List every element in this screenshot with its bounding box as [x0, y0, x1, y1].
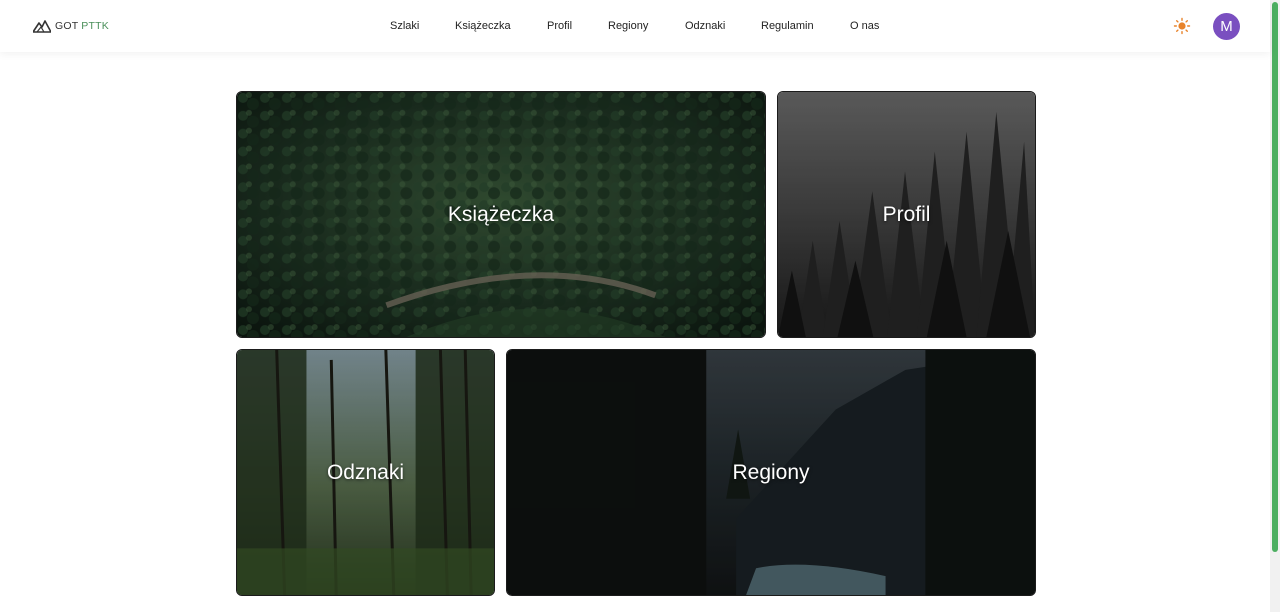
sun-icon[interactable]	[1173, 17, 1191, 35]
tile-regiony[interactable]: Regiony	[506, 349, 1036, 596]
tile-ksiazeczka[interactable]: Książeczka	[236, 91, 766, 338]
tile-label-profil: Profil	[882, 202, 931, 226]
user-avatar[interactable]: M	[1213, 13, 1240, 40]
nav-link-regiony[interactable]: Regiony	[608, 18, 648, 34]
main-nav: Szlaki Książeczka Profil Regiony Odznaki…	[0, 18, 1270, 34]
nav-link-szlaki[interactable]: Szlaki	[390, 18, 419, 34]
tile-label-ksiazeczka: Książeczka	[447, 202, 555, 226]
tile-profil[interactable]: Profil	[777, 91, 1036, 338]
nav-link-ksiazeczka[interactable]: Książeczka	[455, 18, 511, 34]
nav-link-o-nas[interactable]: O nas	[850, 18, 879, 34]
tile-label-regiony: Regiony	[732, 460, 810, 484]
tile-odznaki[interactable]: Odznaki	[236, 349, 495, 596]
tile-label-odznaki: Odznaki	[326, 460, 405, 484]
scrollbar-thumb[interactable]	[1272, 2, 1278, 552]
top-navbar: GOT PTTK Szlaki Książeczka Profil Region…	[0, 0, 1270, 52]
nav-link-profil[interactable]: Profil	[547, 18, 572, 34]
nav-link-regulamin[interactable]: Regulamin	[761, 18, 814, 34]
nav-link-odznaki[interactable]: Odznaki	[685, 18, 725, 34]
